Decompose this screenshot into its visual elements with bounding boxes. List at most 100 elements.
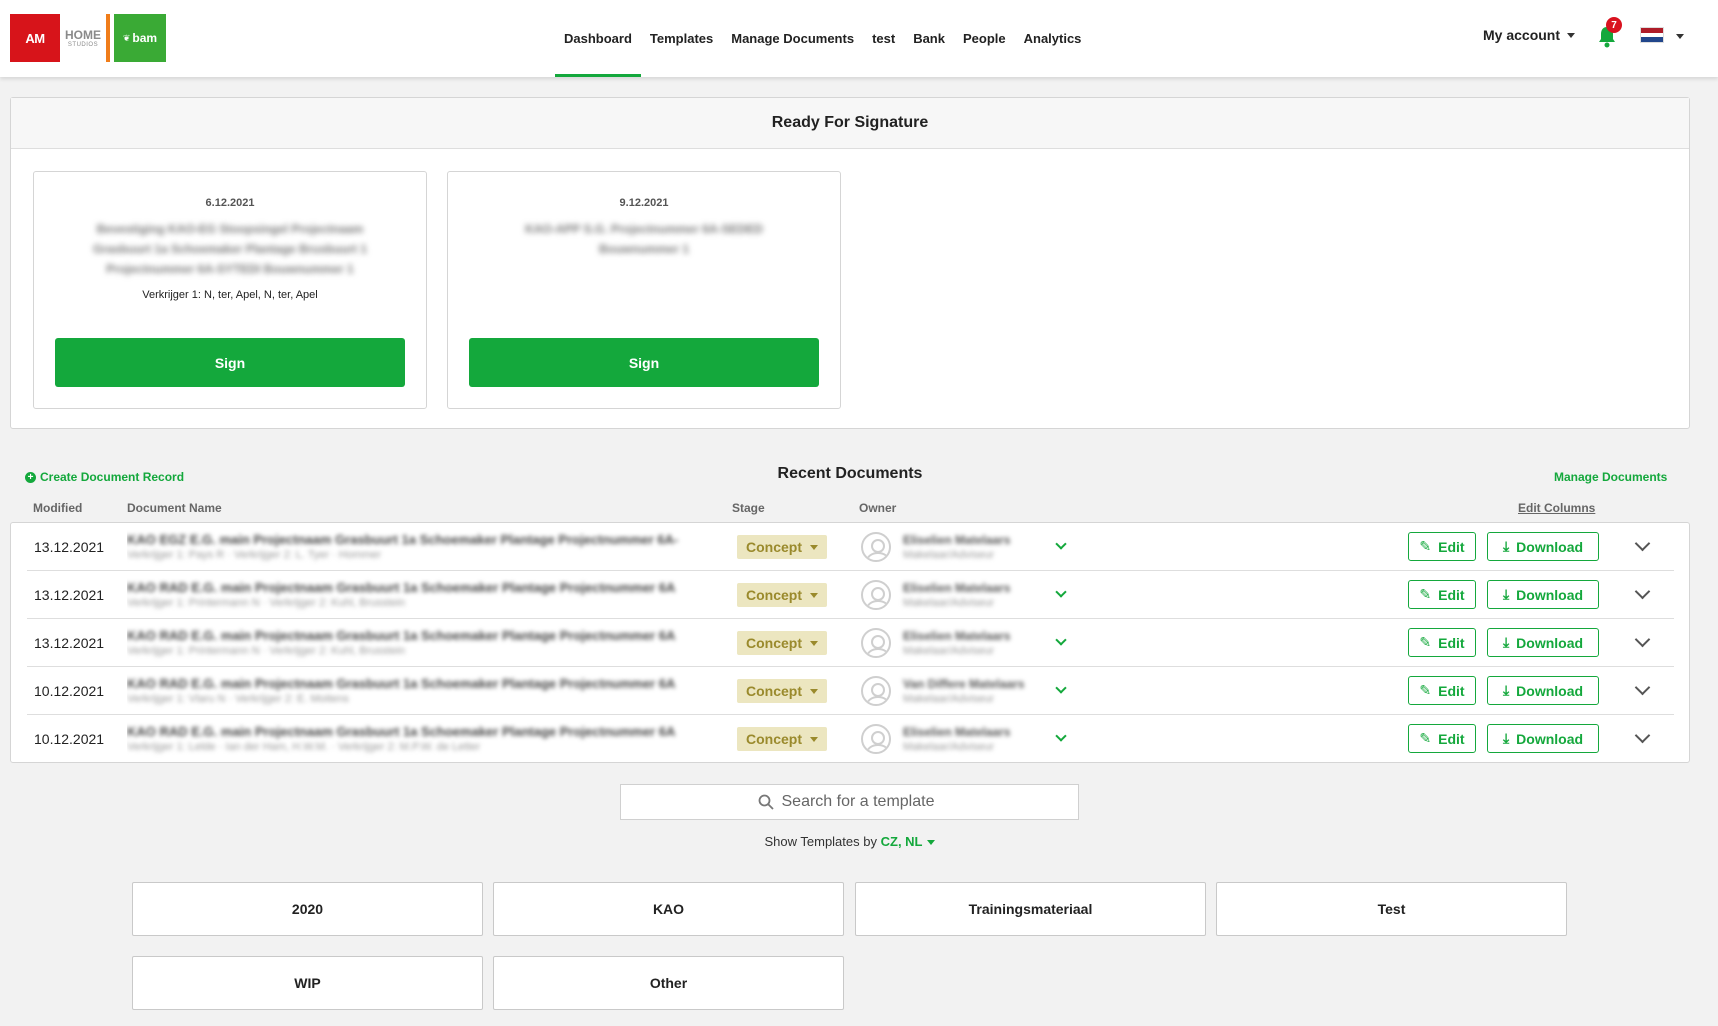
manage-documents-link[interactable]: Manage Documents — [1554, 470, 1667, 484]
column-header-document-name[interactable]: Document Name — [127, 501, 222, 515]
document-name-text: KAO RAD E.G. main Projectnaam Grasbuurt … — [127, 724, 676, 739]
owner-name: Eliselien Matelaars — [903, 532, 1011, 547]
owner-chevron-down-icon[interactable] — [1055, 634, 1067, 646]
stage-dropdown[interactable]: Concept — [737, 583, 827, 607]
owner-name: Eliselien Matelaars — [903, 580, 1011, 595]
row-document-name[interactable]: KAO RAD E.G. main Projectnaam Grasbuurt … — [127, 619, 717, 666]
edit-button[interactable]: ✎ Edit — [1408, 724, 1476, 753]
owner-chevron-down-icon[interactable] — [1055, 730, 1067, 742]
signature-card: 6.12.2021 Bevestiging KAO-EG Stoopsingel… — [33, 171, 427, 409]
stage-label: Concept — [746, 539, 802, 555]
edit-button-label: Edit — [1438, 538, 1465, 555]
stage-dropdown[interactable]: Concept — [737, 535, 827, 559]
table-row: 13.12.2021 KAO RAD E.G. main Projectnaam… — [27, 619, 1674, 667]
sign-button[interactable]: Sign — [469, 338, 819, 387]
download-button[interactable]: ⤓ Download — [1487, 628, 1599, 657]
edit-button-label: Edit — [1438, 730, 1465, 747]
row-owner: Eliselien Matelaars Makelaar/Adviseur — [903, 571, 1053, 618]
stage-dropdown[interactable]: Concept — [737, 727, 827, 751]
expand-row-chevron-icon[interactable] — [1634, 727, 1651, 744]
owner-chevron-down-icon[interactable] — [1055, 682, 1067, 694]
row-document-name[interactable]: KAO RAD E.G. main Projectnaam Grasbuurt … — [127, 667, 717, 714]
pencil-icon: ✎ — [1419, 730, 1432, 746]
my-account-dropdown[interactable]: My account — [1483, 27, 1576, 43]
edit-button-label: Edit — [1438, 586, 1465, 603]
row-owner: Eliselien Matelaars Makelaar/Adviseur — [903, 619, 1053, 666]
document-buyers-text: Verkrijger 1: Vlaru N · Verkrijger 2: E.… — [127, 693, 349, 705]
row-modified-date: 13.12.2021 — [34, 586, 105, 603]
row-document-name[interactable]: KAO RAD E.G. main Projectnaam Grasbuurt … — [127, 715, 717, 762]
template-folder-2020[interactable]: 2020 — [132, 882, 483, 936]
recent-documents-table: 13.12.2021 KAO EGZ E.G. main Projectnaam… — [10, 522, 1690, 763]
plus-circle-icon: + — [25, 471, 36, 483]
edit-button[interactable]: ✎ Edit — [1408, 532, 1476, 561]
nav-analytics[interactable]: Analytics — [1015, 0, 1091, 77]
template-folder-trainingsmateriaal[interactable]: Trainingsmateriaal — [855, 882, 1206, 936]
download-icon: ⤓ — [1502, 730, 1510, 746]
edit-button[interactable]: ✎ Edit — [1408, 628, 1476, 657]
expand-row-chevron-icon[interactable] — [1634, 535, 1651, 552]
nav-manage-documents[interactable]: Manage Documents — [722, 0, 863, 77]
stage-dropdown[interactable]: Concept — [737, 679, 827, 703]
column-header-owner[interactable]: Owner — [859, 501, 896, 515]
home-studios-logo[interactable]: HOME STUDIOS — [60, 14, 110, 62]
nav-bank[interactable]: Bank — [904, 0, 954, 77]
expand-row-chevron-icon[interactable] — [1634, 583, 1651, 600]
download-button[interactable]: ⤓ Download — [1487, 676, 1599, 705]
nav-dashboard[interactable]: Dashboard — [555, 0, 641, 77]
edit-columns-link[interactable]: Edit Columns — [1518, 501, 1595, 515]
download-icon: ⤓ — [1502, 538, 1510, 554]
document-buyers-text: Verkrijger 1: Lelde · Ian der Ham, H.W.M… — [127, 741, 481, 753]
template-search-input[interactable] — [781, 793, 942, 811]
template-folder-wip[interactable]: WIP — [132, 956, 483, 1010]
template-folder-test[interactable]: Test — [1216, 882, 1567, 936]
my-account-label: My account — [1483, 27, 1561, 43]
owner-role: Makelaar/Adviseur — [903, 692, 995, 705]
caret-down-icon — [810, 736, 818, 742]
column-header-stage[interactable]: Stage — [732, 501, 765, 515]
bam-logo[interactable]: ❦ bam — [114, 14, 166, 62]
caret-down-icon — [810, 544, 818, 550]
owner-avatar — [861, 676, 891, 706]
template-folder-kao[interactable]: KAO — [493, 882, 844, 936]
download-button[interactable]: ⤓ Download — [1487, 532, 1599, 561]
row-document-name[interactable]: KAO RAD E.G. main Projectnaam Grasbuurt … — [127, 571, 717, 618]
download-button[interactable]: ⤓ Download — [1487, 724, 1599, 753]
caret-down-icon — [1567, 32, 1576, 38]
column-header-modified[interactable]: Modified — [33, 501, 82, 515]
template-search-box[interactable] — [620, 784, 1079, 820]
signature-card-title: KAO-APP S.G. Projectnummer 6A-SEDED Bouw… — [525, 222, 763, 256]
row-owner: Van Differe Matelaars Makelaar/Adviseur — [903, 667, 1053, 714]
row-document-name[interactable]: KAO EGZ E.G. main Projectnaam Grasbuurt … — [127, 523, 717, 570]
owner-avatar — [861, 724, 891, 754]
expand-row-chevron-icon[interactable] — [1634, 631, 1651, 648]
owner-name: Eliselien Matelaars — [903, 724, 1011, 739]
am-logo[interactable]: AM — [10, 14, 60, 62]
edit-button-label: Edit — [1438, 682, 1465, 699]
row-modified-date: 13.12.2021 — [34, 634, 105, 651]
language-caret-down-icon[interactable] — [1676, 34, 1684, 39]
edit-button[interactable]: ✎ Edit — [1408, 580, 1476, 609]
sign-button[interactable]: Sign — [55, 338, 405, 387]
template-folder-other[interactable]: Other — [493, 956, 844, 1010]
template-country-filter[interactable]: CZ, NL — [881, 834, 935, 849]
table-row: 10.12.2021 KAO RAD E.G. main Projectnaam… — [27, 715, 1674, 763]
edit-button[interactable]: ✎ Edit — [1408, 676, 1476, 705]
download-button[interactable]: ⤓ Download — [1487, 580, 1599, 609]
ready-for-signature-title: Ready For Signature — [11, 98, 1689, 149]
nav-test[interactable]: test — [863, 0, 904, 77]
nav-templates[interactable]: Templates — [641, 0, 722, 77]
owner-chevron-down-icon[interactable] — [1055, 586, 1067, 598]
create-document-record-link[interactable]: + Create Document Record — [25, 470, 184, 484]
main-nav: Dashboard Templates Manage Documents tes… — [555, 0, 1090, 77]
signature-card-date: 9.12.2021 — [619, 197, 669, 209]
owner-avatar — [861, 532, 891, 562]
stage-dropdown[interactable]: Concept — [737, 631, 827, 655]
signature-card-title: Bevestiging KAO-EG Stoopsingel Projectna… — [92, 222, 368, 276]
nav-people[interactable]: People — [954, 0, 1015, 77]
nl-flag-icon[interactable] — [1640, 27, 1664, 43]
edit-button-label: Edit — [1438, 634, 1465, 651]
am-logo-text: AM — [25, 30, 45, 46]
owner-chevron-down-icon[interactable] — [1055, 538, 1067, 550]
expand-row-chevron-icon[interactable] — [1634, 679, 1651, 696]
